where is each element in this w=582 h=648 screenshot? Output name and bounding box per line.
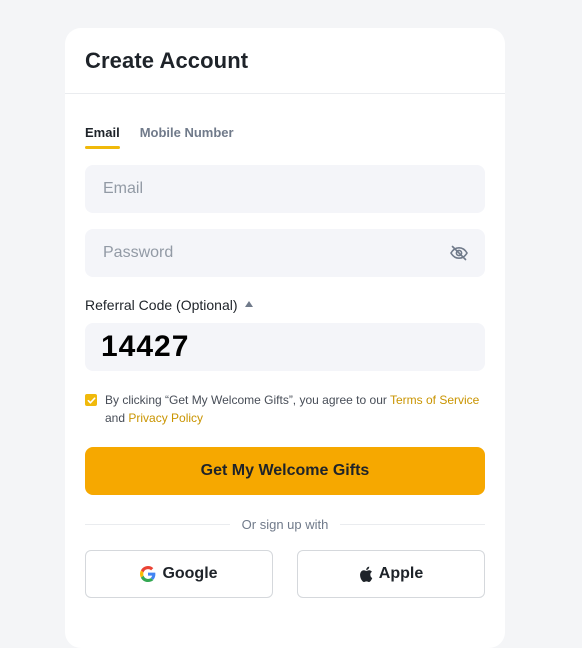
referral-toggle[interactable]: Referral Code (Optional) xyxy=(85,297,485,313)
tab-email[interactable]: Email xyxy=(85,125,120,149)
privacy-policy-link[interactable]: Privacy Policy xyxy=(128,411,203,425)
referral-field[interactable]: 14427 xyxy=(85,323,485,371)
google-icon xyxy=(140,566,156,582)
divider-line-left xyxy=(85,523,230,525)
google-signup-button[interactable]: Google xyxy=(85,550,273,598)
referral-code-value: 14427 xyxy=(101,330,190,363)
get-welcome-gifts-button[interactable]: Get My Welcome Gifts xyxy=(85,447,485,495)
password-field-container xyxy=(85,229,485,277)
referral-label: Referral Code (Optional) xyxy=(85,297,238,313)
tab-mobile-number[interactable]: Mobile Number xyxy=(140,125,234,149)
terms-checkbox[interactable] xyxy=(85,394,97,406)
terms-prefix: By clicking “Get My Welcome Gifts”, you … xyxy=(105,393,387,407)
divider-text: Or sign up with xyxy=(241,516,329,532)
apple-label: Apple xyxy=(378,565,424,582)
google-label: Google xyxy=(162,565,218,582)
page-title: Create Account xyxy=(85,47,249,73)
terms-text: By clicking “Get My Welcome Gifts”, you … xyxy=(105,391,485,427)
email-field-container xyxy=(85,165,485,213)
divider-line-right xyxy=(340,523,486,525)
email-input[interactable] xyxy=(101,179,469,199)
terms-and: and xyxy=(105,411,126,425)
apple-icon xyxy=(359,566,373,582)
terms-of-service-link[interactable]: Terms of Service xyxy=(390,393,479,407)
eye-slash-icon[interactable] xyxy=(449,243,469,263)
card-header: Create Account xyxy=(65,28,505,94)
signup-card: Create Account Email Mobile Number Refer… xyxy=(65,28,505,648)
social-buttons: Google Apple xyxy=(85,550,485,598)
password-input[interactable] xyxy=(101,243,449,263)
social-divider: Or sign up with xyxy=(85,515,486,533)
signup-method-tabs: Email Mobile Number xyxy=(85,125,485,149)
apple-signup-button[interactable]: Apple xyxy=(297,550,485,598)
terms-agreement: By clicking “Get My Welcome Gifts”, you … xyxy=(85,391,485,427)
caret-up-icon[interactable] xyxy=(244,301,253,307)
